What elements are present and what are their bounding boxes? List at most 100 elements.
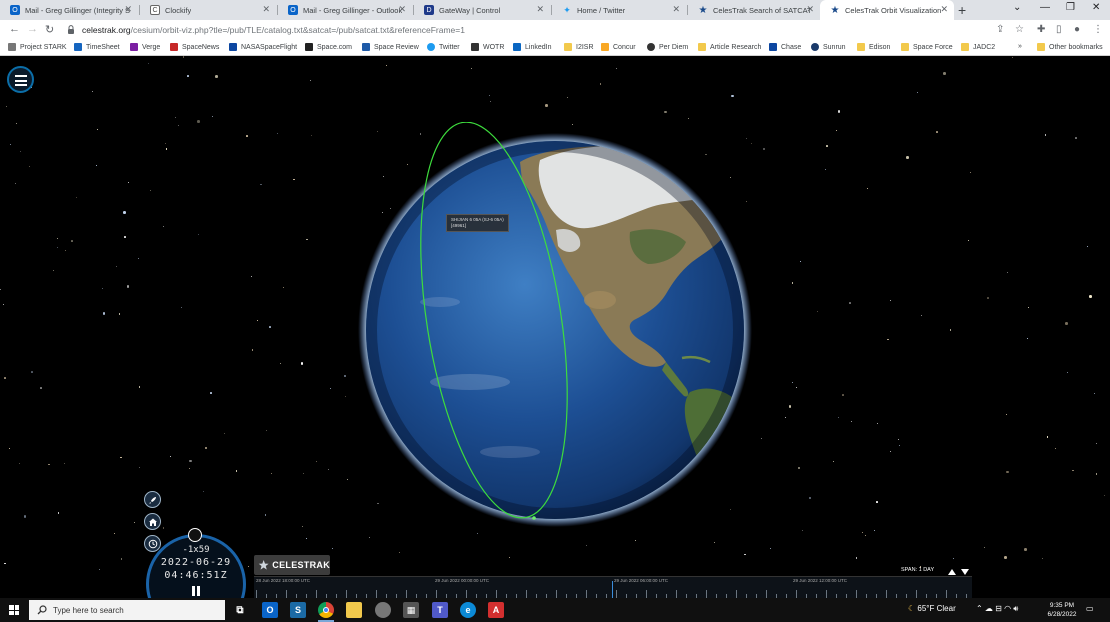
timeline-tick [886,590,887,598]
bookmark-article-research[interactable]: Article Research [698,43,761,51]
bookmark-per-diem[interactable]: Per Diem [647,43,688,51]
satellite-marker[interactable] [532,516,536,520]
bookmark-space-com[interactable]: Space.com [305,43,352,51]
windows-start-icon[interactable] [9,605,19,615]
tab-celestrak-orbit[interactable]: ★ CelesTrak Orbit Visualization ✕ [820,0,954,20]
notification-icon[interactable]: ▭ [1086,604,1094,613]
tab-mail-outlook[interactable]: O Mail - Greg Gillinger - Outlook ✕ [278,0,412,20]
star [251,348,254,351]
task-view-icon[interactable]: ⧉ [232,602,248,618]
close-icon[interactable]: ✕ [398,4,406,15]
close-icon[interactable]: ✕ [672,4,680,15]
kebab-menu-icon[interactable]: ⋮ [1093,24,1103,35]
taskbar-search-box[interactable]: Type here to search [29,600,225,620]
star [9,447,11,449]
speed-dial-knob[interactable] [188,528,202,542]
star [599,83,602,85]
acrobat-icon[interactable]: A [488,602,504,618]
side-panel-icon[interactable]: ▯ [1056,24,1062,35]
bookmark-chase[interactable]: Chase [769,43,801,51]
timeline-tick [706,590,707,598]
rocket-icon[interactable] [144,491,161,508]
close-icon[interactable]: ✕ [536,4,544,15]
star [64,249,67,252]
lock-icon[interactable] [67,25,75,34]
app-icon[interactable] [375,602,391,618]
tab-mail-integrity[interactable]: O Mail - Greg Gillinger (Integrity S ✕ [0,0,138,20]
bookmarks-overflow-button[interactable]: » [1018,43,1022,50]
close-icon[interactable]: ✕ [124,4,132,15]
zoom-in-icon[interactable] [948,569,956,575]
edge-icon[interactable]: e [460,602,476,618]
bookmark-edison[interactable]: Edison [857,43,890,51]
timeline-cursor[interactable] [612,581,613,598]
reload-icon[interactable]: ↻ [45,23,54,36]
satellite-label[interactable]: SHIJIAN 6 05A (SJ-6 05A) [49961] [446,214,509,232]
bookmark-timesheet[interactable]: TimeSheet [74,43,120,51]
tab-clockify[interactable]: C Clockify ✕ [140,0,276,20]
bookmark-sunrun[interactable]: Sunrun [811,43,846,51]
star [943,72,946,75]
tab-twitter[interactable]: ✦ Home / Twitter ✕ [552,0,686,20]
bookmark-jadc2[interactable]: JADC2 [961,43,995,51]
new-tab-button[interactable]: + [958,2,966,18]
star [791,382,793,384]
star [1046,436,1049,438]
bookmark-i2isr[interactable]: I2ISR [564,43,594,51]
star [215,75,218,78]
timeline[interactable]: 28 Jun 2022 18:00:00 UTC 29 Jun 2022 00:… [254,576,972,598]
bookmark-twitter[interactable]: Twitter [427,43,460,51]
star [20,150,22,152]
tab-bar: O Mail - Greg Gillinger (Integrity S ✕ C… [0,0,1110,20]
zoom-out-icon[interactable] [961,569,969,575]
star [96,129,98,131]
pause-icon[interactable] [192,586,201,596]
star [850,421,852,423]
bookmark-concur[interactable]: Concur [601,43,636,51]
globe-icon [647,43,655,51]
snagit-icon[interactable]: S [290,602,306,618]
bookmark-verge[interactable]: Verge [130,43,160,51]
bookmark-nasaspaceflight[interactable]: NASASpaceFlight [229,43,297,51]
forward-icon[interactable]: → [27,23,38,35]
share-icon[interactable]: ⇪ [996,24,1004,35]
home-icon[interactable] [144,513,161,530]
back-icon[interactable]: ← [9,23,20,35]
tab-gateway[interactable]: D GateWay | Control ✕ [414,0,550,20]
chrome-icon[interactable] [318,602,334,618]
cesium-viewer[interactable]: SHIJIAN 6 05A (SJ-6 05A) [49961] -1x59 2… [0,56,1110,598]
bookmark-star-icon[interactable]: ☆ [1015,24,1024,35]
file-explorer-icon[interactable] [346,602,362,618]
bookmark-project-stark[interactable]: Project STARK [8,43,67,51]
url-input[interactable]: celestrak.org/cesium/orbit-viz.php?tle=/… [82,25,465,35]
bookmark-space-review[interactable]: Space Review [362,43,419,51]
other-bookmarks[interactable]: Other bookmarks [1037,43,1103,51]
star [118,313,121,315]
close-icon[interactable]: ✕ [806,4,814,15]
extensions-icon[interactable]: ✚ [1037,24,1045,35]
close-window-icon[interactable]: ✕ [1092,2,1100,13]
clock-date: 2022-06-29 [160,557,232,568]
taskbar-clock[interactable]: 9:35 PM 6/28/2022 [1047,601,1077,619]
close-icon[interactable]: ✕ [262,4,270,15]
restore-icon[interactable]: ❐ [1066,2,1075,13]
hamburger-menu-button[interactable] [7,66,34,93]
tab-celestrak-satcat[interactable]: ★ CelesTrak Search of SATCAT ✕ [688,0,820,20]
verge-icon [130,43,138,51]
chevron-down-icon[interactable]: ⌄ [1013,2,1021,13]
calculator-icon[interactable]: ▦ [403,602,419,618]
close-icon[interactable]: ✕ [940,4,948,15]
bookmark-space-force[interactable]: Space Force [901,43,953,51]
bookmark-wotr[interactable]: WOTR [471,43,504,51]
minimize-icon[interactable]: — [1040,2,1050,13]
earth-globe[interactable] [330,122,770,542]
profile-icon[interactable]: ● [1074,24,1080,35]
outlook-icon[interactable]: O [262,602,278,618]
bookmark-spacenews[interactable]: SpaceNews [170,43,219,51]
star [855,557,858,560]
tray-icons[interactable]: ⌃ ☁ ⊟ ◠ 🔊︎ [976,604,1018,614]
cloud [480,446,540,458]
weather-widget[interactable]: ☾ 65°F Clear [908,604,956,613]
teams-icon[interactable]: T [432,602,448,618]
bookmark-linkedin[interactable]: LinkedIn [513,43,551,51]
